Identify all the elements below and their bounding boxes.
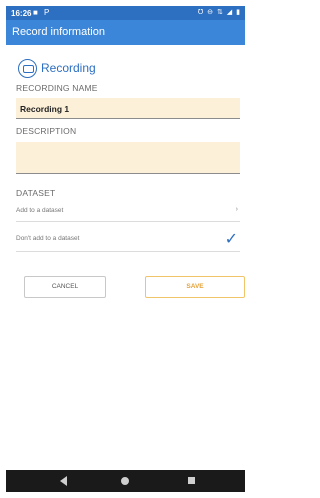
status-time: 16:26 [11,9,32,18]
save-button[interactable]: SAVE [145,276,245,298]
dataset-option-add-label: Add to a dataset [16,207,64,214]
system-status-icons: ℧ ⊖ ⇅ ◢ ▮ [197,9,241,16]
checkmark-icon: ✓ [224,231,238,248]
phone-screen: 16:26 ■ P ℧ ⊖ ⇅ ◢ ▮ Record information R… [6,6,245,492]
dataset-option-none-label: Don't add to a dataset [16,235,80,242]
status-bar: 16:26 ■ P ℧ ⊖ ⇅ ◢ ▮ [6,6,245,20]
description-input[interactable] [16,142,240,174]
recording-name-value: Recording 1 [20,104,70,114]
navigation-bar [6,470,245,492]
page-title: Record information [12,26,105,38]
recording-name-input[interactable]: Recording 1 [16,98,240,119]
dataset-option-none[interactable]: Don't add to a dataset ✓ [16,228,240,252]
dataset-label: DATASET [16,188,56,198]
home-icon[interactable] [121,477,129,485]
recording-name-label: RECORDING NAME [16,83,98,93]
recents-icon[interactable] [188,477,195,484]
back-icon[interactable] [60,476,67,486]
recording-icon [18,59,37,78]
description-label: DESCRIPTION [16,126,77,136]
app-bar: Record information [6,20,245,45]
notification-icons: ■ P [33,8,52,17]
cancel-button[interactable]: CANCEL [24,276,106,298]
dataset-option-add[interactable]: Add to a dataset › [16,202,240,222]
section-title: Recording [41,61,96,75]
chevron-right-icon: › [235,206,238,213]
